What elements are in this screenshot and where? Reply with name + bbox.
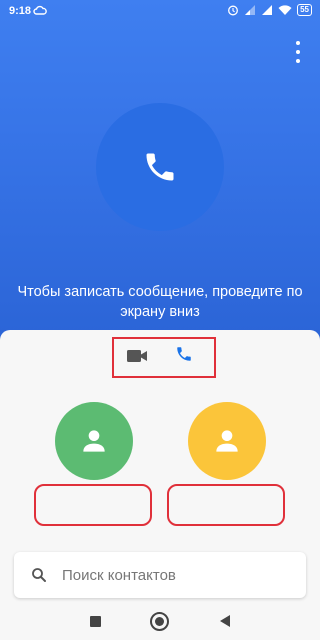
status-bar: 9:18 55: [0, 0, 320, 24]
status-time: 9:18: [9, 5, 32, 17]
call-button[interactable]: [96, 103, 224, 231]
signal-icon: [245, 5, 256, 15]
contact-search-bar[interactable]: [14, 552, 306, 598]
cloud-icon: [33, 5, 47, 15]
swipe-hint-text: Чтобы записать сообщение, проведите по э…: [17, 284, 303, 320]
home-icon[interactable]: [150, 612, 169, 631]
phone-icon[interactable]: [175, 345, 193, 363]
video-call-icon[interactable]: [126, 348, 148, 364]
person-icon: [216, 430, 238, 452]
person-icon: [83, 430, 105, 452]
contact-name-2[interactable]: [167, 484, 285, 526]
alarm-icon: [228, 5, 239, 16]
contact-name-1[interactable]: [34, 484, 152, 526]
more-vert-icon: [296, 41, 300, 45]
wifi-icon: [278, 5, 292, 15]
navigation-bar: [0, 602, 320, 640]
back-icon[interactable]: [220, 615, 230, 627]
phone-icon: [146, 153, 174, 181]
recent-apps-icon[interactable]: [90, 616, 101, 627]
signal-icon: [262, 5, 273, 15]
search-icon: [32, 568, 46, 582]
contact-avatar-2[interactable]: [188, 402, 266, 480]
search-input[interactable]: [62, 566, 282, 584]
more-options-button[interactable]: [294, 41, 302, 63]
status-icons: 55: [227, 4, 312, 16]
battery-icon: 55: [297, 4, 312, 16]
call-screen-header: 9:18 55 Чтобы записать сообщение, провед…: [0, 0, 320, 345]
contact-avatar-1[interactable]: [55, 402, 133, 480]
